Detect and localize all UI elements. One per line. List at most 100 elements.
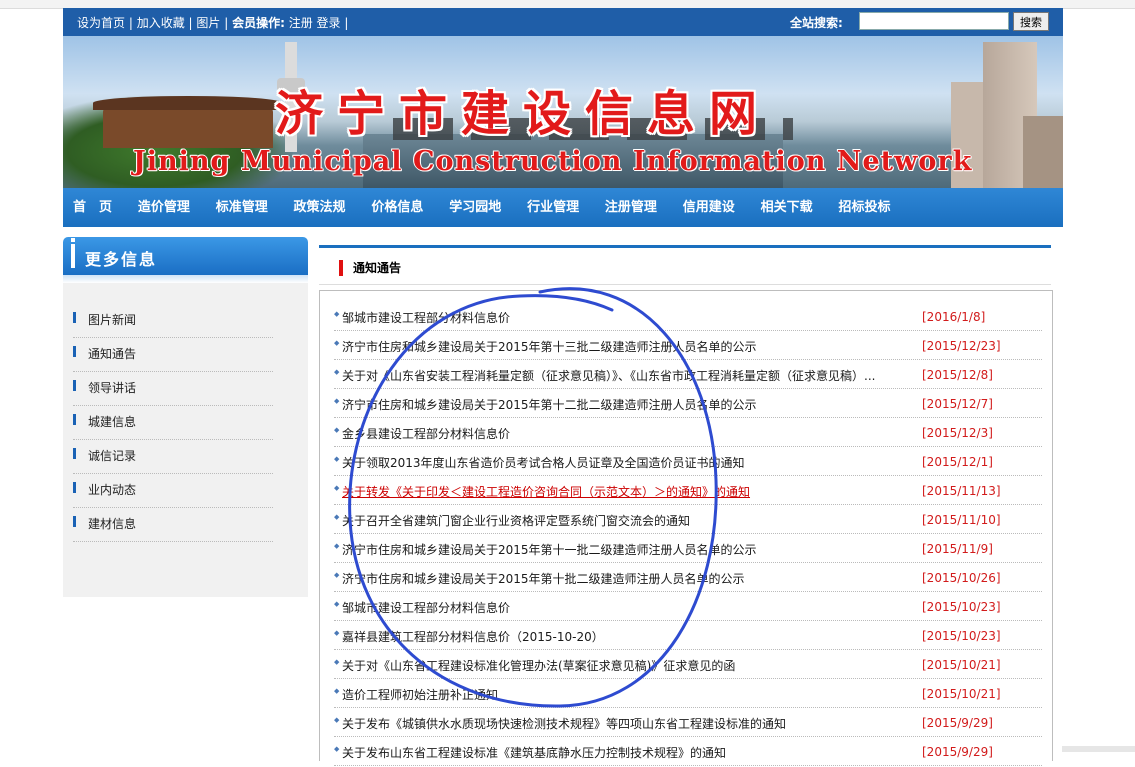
notice-date: [2015/10/23] [922,600,1001,614]
notice-title-link[interactable]: 金乡县建设工程部分材料信息价 [342,425,902,442]
site-banner: 济宁市建设信息网 Jining Municipal Construction I… [63,36,1063,188]
notice-date: [2015/11/13] [922,484,1001,498]
login-link[interactable]: 登录 [317,16,341,30]
nav-item-home[interactable]: 首 页 [73,188,112,227]
notice-title-link[interactable]: 关于对《山东省安装工程消耗量定额（征求意见稿）》、《山东省市政工程消耗量定额（征… [342,367,902,384]
sidebar-item-label: 诚信记录 [88,449,137,463]
sidebar-item-label: 领导讲话 [88,381,137,395]
notice-item[interactable]: ◆ 关于发布山东省工程建设标准《建筑基底静水压力控制技术规程》的通知 [2015/9… [334,738,1042,766]
nav-item-cost-management[interactable]: 造价管理 [138,188,190,227]
notice-title-link[interactable]: 关于领取2013年度山东省造价员考试合格人员证章及全国造价员证书的通知 [342,454,902,471]
notice-item[interactable]: ◆ 关于对《山东省安装工程消耗量定额（征求意见稿）》、《山东省市政工程消耗量定额（… [334,361,1042,389]
notices-header: 通知通告 [319,245,1051,285]
sidebar-body: 图片新闻 通知通告 领导讲话 城建信息 诚信记录 业内动态 建材信息 [63,283,308,597]
sidebar-item-leader-speeches[interactable]: 领导讲话 [73,373,273,406]
sidebar-item-materials[interactable]: 建材信息 [73,509,273,542]
diamond-bullet-icon: ◆ [334,397,340,405]
notice-title-link[interactable]: 济宁市住房和城乡建设局关于2015年第十二批二级建造师注册人员名单的公示 [342,396,902,413]
notice-item[interactable]: ◆ 关于对《山东省工程建设标准化管理办法(草案征求意见稿)》征求意见的函 [2015… [334,651,1042,679]
site-search-input[interactable] [859,12,1009,30]
diamond-bullet-icon: ◆ [334,687,340,695]
sidebar-title: 更多信息 [85,250,158,269]
notice-item[interactable]: ◆ 造价工程师初始注册补正通知 [2015/10/21] [334,680,1042,708]
notice-item[interactable]: ◆ 邹城市建设工程部分材料信息价 [2015/10/23] [334,593,1042,621]
notice-date: [2015/12/3] [922,426,993,440]
notice-title-link[interactable]: 关于转发《关于印发＜建设工程造价咨询合同（示范文本）＞的通知》的通知 [342,483,902,500]
notice-title-link[interactable]: 造价工程师初始注册补正通知 [342,686,902,703]
nav-item-downloads[interactable]: 相关下载 [761,188,813,227]
notice-date: [2015/12/7] [922,397,993,411]
sidebar-item-label: 图片新闻 [88,313,137,327]
nav-item-standards[interactable]: 标准管理 [216,188,268,227]
nav-item-bidding[interactable]: 招标投标 [838,188,890,227]
nav-item-registration[interactable]: 注册管理 [605,188,657,227]
nav-item-credit[interactable]: 信用建设 [683,188,735,227]
diamond-bullet-icon: ◆ [334,658,340,666]
sidebar-item-photo-news[interactable]: 图片新闻 [73,305,273,338]
sidebar-item-urban-construction[interactable]: 城建信息 [73,407,273,440]
notice-item[interactable]: ◆ 关于召开全省建筑门窗企业行业资格评定暨系统门窗交流会的通知 [2015/11/1… [334,506,1042,534]
nav-item-prices[interactable]: 价格信息 [371,188,423,227]
sidebar-item-industry-news[interactable]: 业内动态 [73,475,273,508]
member-label: 会员操作: [232,16,285,30]
notice-date: [2015/10/23] [922,629,1001,643]
sidebar-item-label: 城建信息 [88,415,137,429]
notice-date: [2015/11/10] [922,513,1001,527]
notice-item[interactable]: ◆ 金乡县建设工程部分材料信息价 [2015/12/3] [334,419,1042,447]
section-title: 通知通告 [353,261,402,275]
notice-item[interactable]: ◆ 济宁市住房和城乡建设局关于2015年第十三批二级建造师注册人员名单的公示 [20… [334,332,1042,360]
bullet-icon [73,516,76,527]
notice-title-link[interactable]: 嘉祥县建筑工程部分材料信息价（2015-10-20） [342,628,902,645]
nav-item-policies[interactable]: 政策法规 [294,188,346,227]
notice-date: [2016/1/8] [922,310,986,324]
notice-title-link[interactable]: 关于召开全省建筑门窗企业行业资格评定暨系统门窗交流会的通知 [342,512,902,529]
notices-list-box: ◆ 邹城市建设工程部分材料信息价 [2016/1/8] ◆ 济宁市住房和城乡建设局关于2… [319,290,1053,766]
section-marker-icon [339,260,343,276]
nav-item-industry[interactable]: 行业管理 [527,188,579,227]
notice-item[interactable]: ◆ 济宁市住房和城乡建设局关于2015年第十二批二级建造师注册人员名单的公示 [20… [334,390,1042,418]
site-title-cn: 济宁市建设信息网 [275,86,772,142]
notice-item[interactable]: ◆ 济宁市住房和城乡建设局关于2015年第十一批二级建造师注册人员名单的公示 [20… [334,535,1042,563]
register-link[interactable]: 注册 [289,16,313,30]
sidebar-item-label: 建材信息 [88,517,137,531]
search-button[interactable]: 搜索 [1013,12,1049,31]
notice-item[interactable]: ◆ 嘉祥县建筑工程部分材料信息价（2015-10-20） [2015/10/23] [334,622,1042,650]
bullet-icon [73,346,76,357]
notice-title-link[interactable]: 济宁市住房和城乡建设局关于2015年第十三批二级建造师注册人员名单的公示 [342,338,902,355]
notice-title-link[interactable]: 济宁市住房和城乡建设局关于2015年第十批二级建造师注册人员名单的公示 [342,570,902,587]
diamond-bullet-icon: ◆ [334,629,340,637]
top-links: 设为首页 | 加入收藏 | 图片 | 会员操作: 注册 登录 | [77,16,349,30]
notice-title-link[interactable]: 邹城市建设工程部分材料信息价 [342,309,902,326]
banner-pavilion [93,96,283,148]
diamond-bullet-icon: ◆ [334,513,340,521]
notice-item[interactable]: ◆ 关于发布《城镇供水水质现场快速检测技术规程》等四项山东省工程建设标准的通知 [2… [334,709,1042,737]
add-favorite-link[interactable]: 加入收藏 [137,16,185,30]
notice-item[interactable]: ◆ 关于转发《关于印发＜建设工程造价咨询合同（示范文本）＞的通知》的通知 [2015… [334,477,1042,505]
notice-title-link[interactable]: 关于对《山东省工程建设标准化管理办法(草案征求意见稿)》征求意见的函 [342,657,902,674]
bullet-icon [73,482,76,493]
notice-title-link[interactable]: 邹城市建设工程部分材料信息价 [342,599,902,616]
notice-title-link[interactable]: 关于发布《城镇供水水质现场快速检测技术规程》等四项山东省工程建设标准的通知 [342,715,902,732]
notice-title-link[interactable]: 关于发布山东省工程建设标准《建筑基底静水压力控制技术规程》的通知 [342,744,902,761]
notice-date: [2015/12/23] [922,339,1001,353]
sidebar-item-notices[interactable]: 通知通告 [73,339,273,372]
diamond-bullet-icon: ◆ [334,571,340,579]
notice-title-link[interactable]: 济宁市住房和城乡建设局关于2015年第十一批二级建造师注册人员名单的公示 [342,541,902,558]
bullet-icon [73,448,76,459]
sidebar-item-integrity-records[interactable]: 诚信记录 [73,441,273,474]
diamond-bullet-icon: ◆ [334,455,340,463]
diamond-bullet-icon: ◆ [334,600,340,608]
notice-item[interactable]: ◆ 济宁市住房和城乡建设局关于2015年第十批二级建造师注册人员名单的公示 [201… [334,564,1042,592]
notice-item[interactable]: ◆ 邹城市建设工程部分材料信息价 [2016/1/8] [334,303,1042,331]
nav-item-learning[interactable]: 学习园地 [449,188,501,227]
notice-item[interactable]: ◆ 关于领取2013年度山东省造价员考试合格人员证章及全国造价员证书的通知 [201… [334,448,1042,476]
images-link[interactable]: 图片 [196,16,220,30]
notice-date: [2015/11/9] [922,542,993,556]
notice-date: [2015/9/29] [922,745,993,759]
sidebar-item-label: 业内动态 [88,483,137,497]
diamond-bullet-icon: ◆ [334,426,340,434]
bullet-icon [73,312,76,323]
set-homepage-link[interactable]: 设为首页 [77,16,125,30]
notice-list: ◆ 邹城市建设工程部分材料信息价 [2016/1/8] ◆ 济宁市住房和城乡建设局关于2… [334,303,1042,767]
site-search-label: 全站搜索: [790,16,843,30]
